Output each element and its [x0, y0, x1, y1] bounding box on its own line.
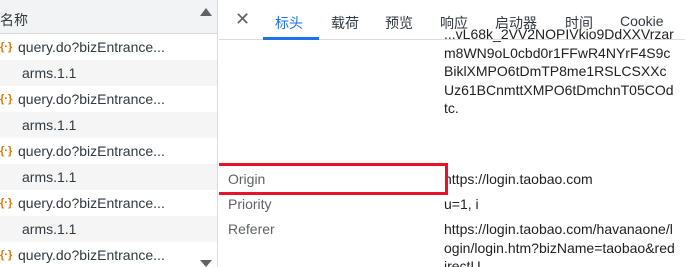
sort-arrow-icon[interactable] — [200, 8, 212, 16]
list-item[interactable]: {·} query.do?bizEntrance... — [0, 190, 217, 216]
active-tab-indicator — [263, 37, 319, 40]
details-panel: ✕ 标头 载荷 预览 响应 启动器 时间 Cookie ...vL68k_2VV… — [219, 0, 685, 267]
highlight-box — [219, 163, 448, 195]
tab-payload[interactable]: 载荷 — [331, 13, 359, 33]
list-item[interactable]: arms.1.1 — [0, 216, 217, 242]
request-name: query.do?bizEntrance... — [18, 39, 165, 55]
request-name: arms.1.1 — [22, 169, 77, 185]
list-item[interactable]: arms.1.1 — [0, 164, 217, 190]
header-value-priority: u=1, i — [444, 196, 479, 212]
request-name: query.do?bizEntrance... — [18, 195, 165, 211]
tab-preview[interactable]: 预览 — [385, 13, 413, 33]
list-header[interactable]: 名称 — [0, 0, 217, 34]
request-name: query.do?bizEntrance... — [18, 91, 165, 107]
header-value-referer: https://login.taobao.com/havanaone/login… — [444, 221, 675, 267]
json-icon: {·} — [0, 41, 13, 53]
scroll-down-arrow-icon[interactable] — [200, 260, 212, 267]
request-name: arms.1.1 — [22, 117, 77, 133]
close-icon[interactable]: ✕ — [235, 9, 250, 30]
header-name-referer: Referer — [228, 221, 275, 237]
json-icon: {·} — [0, 145, 13, 157]
json-icon: {·} — [0, 249, 13, 261]
request-name: query.do?bizEntrance... — [18, 247, 165, 263]
list-item[interactable]: {·} query.do?bizEntrance... — [0, 242, 217, 267]
header-value-truncated: ...vL68k_2VV2NOPIVkio9DdXXVrzarm8WN9oL0c… — [444, 26, 674, 116]
header-value-origin: https://login.taobao.com — [444, 171, 593, 187]
list-item[interactable]: {·} query.do?bizEntrance... — [0, 86, 217, 112]
list-item[interactable]: arms.1.1 — [0, 112, 217, 138]
request-headers: ...vL68k_2VV2NOPIVkio9DdXXVrzarm8WN9oL0c… — [219, 26, 685, 267]
name-column-header[interactable]: 名称 — [0, 10, 28, 30]
request-name: query.do?bizEntrance... — [18, 143, 165, 159]
header-name-priority: Priority — [228, 196, 272, 212]
tab-headers[interactable]: 标头 — [275, 13, 303, 33]
list-item[interactable]: {·} query.do?bizEntrance... — [0, 138, 217, 164]
request-name: arms.1.1 — [22, 221, 77, 237]
list-item[interactable]: {·} query.do?bizEntrance... — [0, 34, 217, 60]
json-icon: {·} — [0, 93, 13, 105]
request-list: 名称 {·} query.do?bizEntrance... arms.1.1 … — [0, 0, 218, 267]
request-name: arms.1.1 — [22, 65, 77, 81]
list-item[interactable]: arms.1.1 — [0, 60, 217, 86]
json-icon: {·} — [0, 197, 13, 209]
